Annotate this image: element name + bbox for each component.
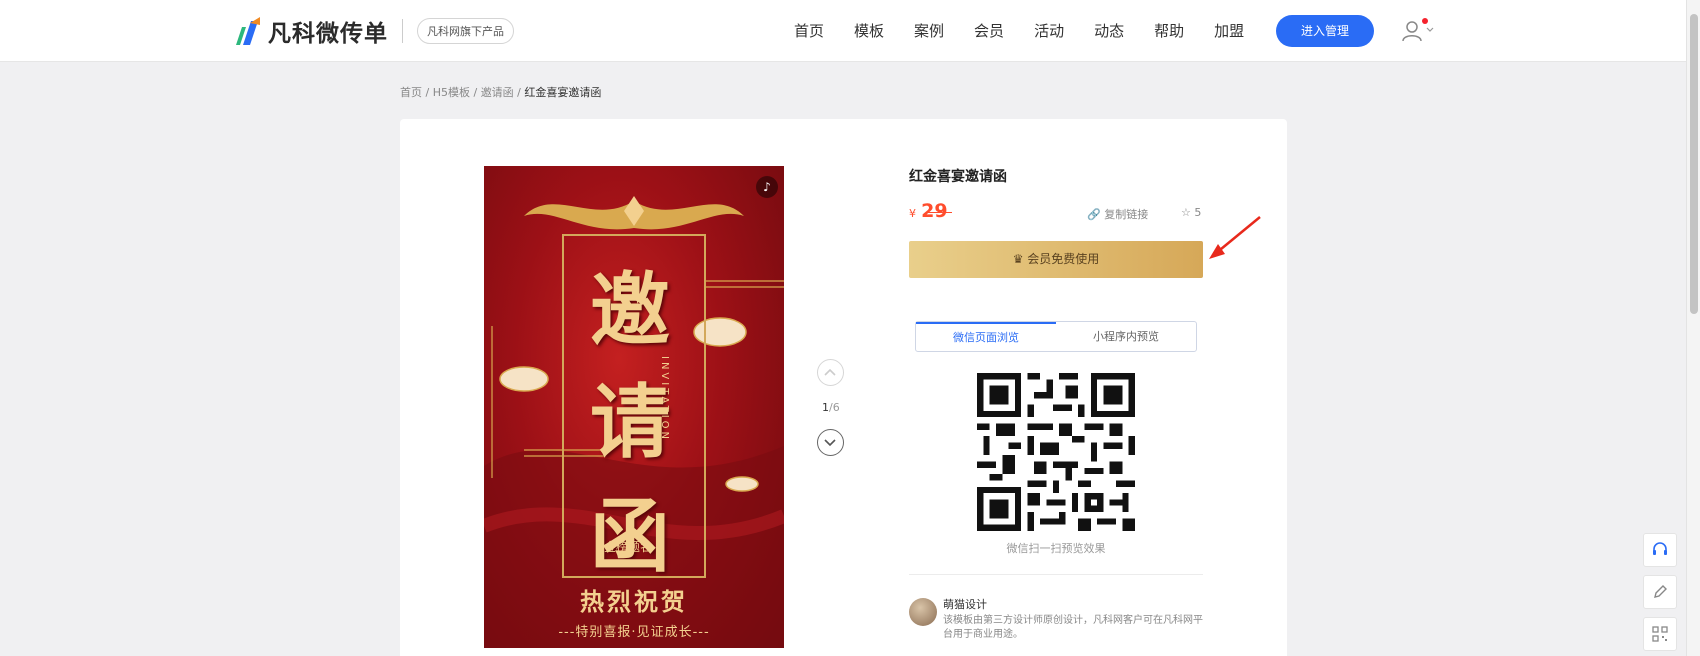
feedback-button[interactable] [1643, 575, 1677, 609]
breadcrumb-current: 红金喜宴邀请函 [524, 86, 602, 99]
poster-char-1: 邀 [590, 263, 670, 357]
user-icon [1402, 21, 1434, 42]
enter-management-button[interactable]: 进入管理 [1276, 15, 1374, 47]
nav-item-news[interactable]: 动态 [1094, 20, 1124, 41]
price-currency: ¥ [909, 207, 916, 220]
page-up-button[interactable] [817, 359, 844, 386]
poster-char-3: 函 [590, 489, 670, 583]
top-header: 凡科微传单 凡科网旗下产品 首页 模板 案例 会员 活动 动态 帮助 加盟 进入… [0, 0, 1686, 62]
logo[interactable]: 凡科微传单 凡科网旗下产品 [232, 14, 514, 48]
nav-item-help[interactable]: 帮助 [1154, 20, 1184, 41]
template-poster-preview[interactable]: 邀 请 函 INVITATION 金榜题名 热烈祝贺 ---特别喜报·见证成长-… [484, 166, 784, 648]
red-arrow-annotation [1209, 216, 1261, 259]
vip-free-use-button[interactable]: ♛ 会员免费使用 [909, 241, 1203, 278]
poster-invitation-text: INVITATION [659, 356, 670, 443]
tab-miniprogram-preview[interactable]: 小程序内预览 [1056, 322, 1196, 351]
nav-item-vip[interactable]: 会员 [974, 20, 1004, 41]
poster-tag: 金榜题名 [604, 540, 653, 554]
preview-qr-code [977, 373, 1135, 531]
price-value: 29 [921, 200, 948, 222]
tab-wechat-preview[interactable]: 微信页面浏览 [916, 322, 1056, 351]
designer-name[interactable]: 萌猫设计 [943, 596, 987, 612]
chevron-up-icon [824, 368, 836, 376]
logo-text: 凡科微传单 [268, 21, 388, 47]
side-toolbar [1643, 533, 1677, 656]
qrcode-button[interactable] [1643, 617, 1677, 651]
user-menu[interactable] [1400, 19, 1440, 43]
scrollbar-thumb[interactable] [1690, 14, 1698, 314]
nav-item-templates[interactable]: 模板 [854, 20, 884, 41]
customer-service-button[interactable] [1643, 533, 1677, 567]
qr-caption: 微信扫一扫预览效果 [1006, 542, 1106, 555]
price-strikethrough [927, 212, 952, 213]
section-divider [909, 574, 1203, 575]
designer-avatar[interactable] [909, 598, 937, 626]
breadcrumb: 首页 / H5模板 / 邀请函 / 红金喜宴邀请函 [400, 86, 602, 99]
star-icon: ☆ [1181, 206, 1191, 219]
breadcrumb-invitations[interactable]: 邀请函 [481, 86, 514, 99]
poster-bottom-subtitle: ---特别喜报·见证成长--- [558, 625, 710, 640]
page-down-button[interactable] [817, 429, 844, 456]
qrcode-icon [1652, 626, 1668, 642]
edit-icon [1654, 585, 1667, 598]
preview-tabs: 微信页面浏览 小程序内预览 [915, 321, 1197, 352]
poster-bottom-title: 热烈祝贺 [580, 588, 688, 616]
favorite-button[interactable]: ☆ 5 [1181, 206, 1201, 219]
poster-char-2: 请 [590, 375, 670, 469]
nav-item-activities[interactable]: 活动 [1034, 20, 1064, 41]
breadcrumb-h5-templates[interactable]: H5模板 [433, 86, 470, 99]
page-scrollbar[interactable] [1686, 0, 1700, 656]
designer-description: 该模板由第三方设计师原创设计，凡科网客户可在凡科网平台用于商业用途。 [943, 615, 1203, 640]
logo-icon [232, 15, 262, 47]
logo-separator [402, 19, 403, 43]
nav-item-join[interactable]: 加盟 [1214, 20, 1244, 41]
link-icon: 🔗 [1087, 208, 1101, 221]
copy-link-button[interactable]: 🔗 复制链接 [1087, 206, 1148, 222]
music-icon[interactable]: ♪ [756, 176, 778, 198]
nav-item-home[interactable]: 首页 [794, 20, 824, 41]
nav-item-cases[interactable]: 案例 [914, 20, 944, 41]
breadcrumb-home[interactable]: 首页 [400, 86, 422, 99]
main-nav: 首页 模板 案例 会员 活动 动态 帮助 加盟 [794, 20, 1274, 41]
crown-icon: ♛ [1012, 252, 1024, 266]
template-price: ¥ 29 [909, 200, 948, 222]
headset-icon [1653, 542, 1667, 555]
brand-badge: 凡科网旗下产品 [417, 18, 514, 44]
notification-dot [1422, 18, 1428, 24]
template-title: 红金喜宴邀请函 [909, 169, 1007, 185]
chevron-down-icon [824, 439, 836, 447]
page-indicator: 1/6 [822, 401, 840, 414]
